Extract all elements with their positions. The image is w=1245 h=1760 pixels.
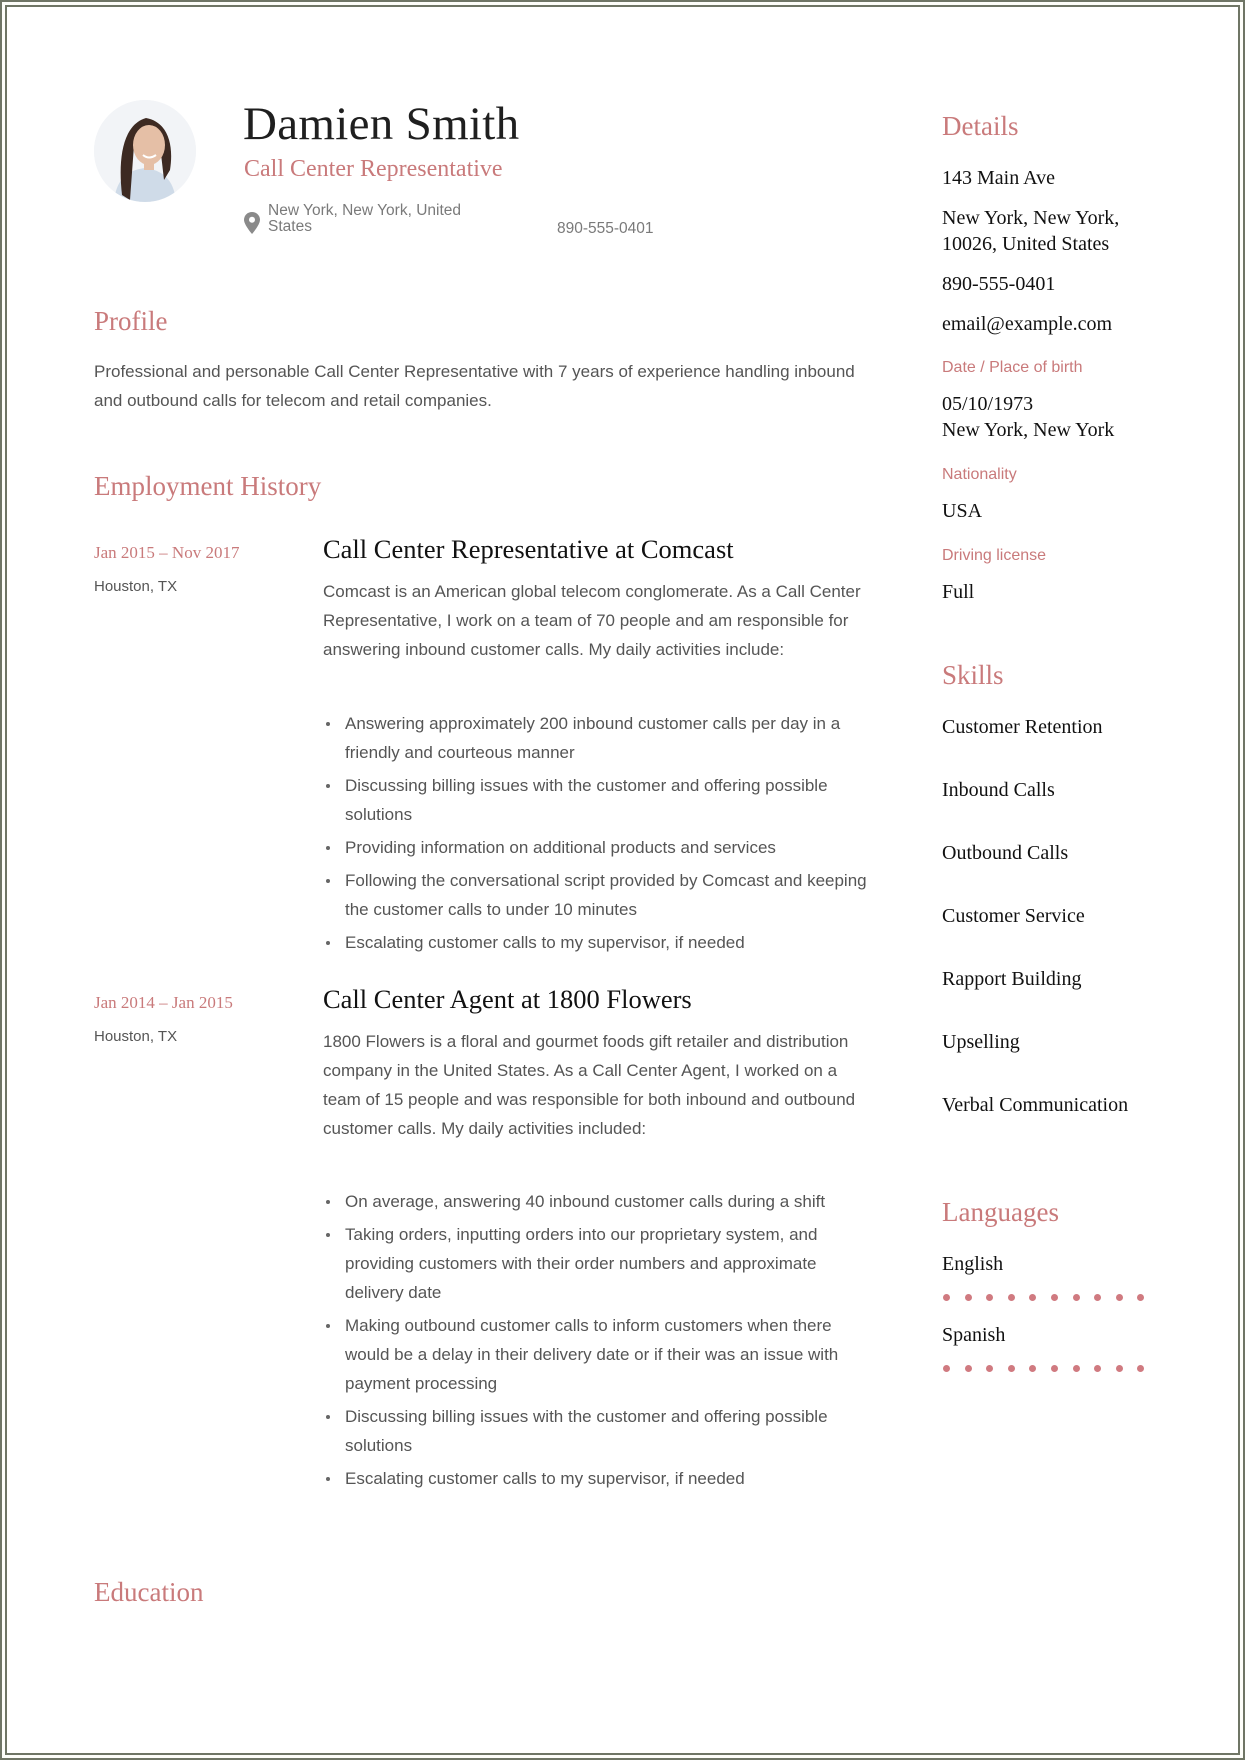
avatar <box>94 100 196 202</box>
language-level-dot <box>1072 1294 1080 1301</box>
skill-item: Inbound Calls <box>942 779 1055 801</box>
job-1-bullets: Answering approximately 200 inbound cust… <box>323 709 868 961</box>
language-level-dot <box>943 1294 950 1301</box>
contact-location: New York, New York, United States <box>244 203 498 235</box>
language-level-dot <box>1007 1294 1015 1301</box>
job-1-location: Houston, TX <box>94 578 178 595</box>
skill-item: Customer Retention <box>942 716 1103 738</box>
section-title-skills: Skills <box>942 660 1004 690</box>
job-1-bullet: Following the conversational script prov… <box>323 866 868 924</box>
language-level-dot <box>1050 1294 1058 1301</box>
job-2-bullet: Discussing billing issues with the custo… <box>323 1402 868 1460</box>
candidate-name: Damien Smith <box>243 98 520 150</box>
language-name: English <box>942 1253 1004 1275</box>
language-level-dot <box>1029 1294 1037 1301</box>
job-2-bullets: On average, answering 40 inbound custome… <box>323 1187 868 1497</box>
job-2-location: Houston, TX <box>94 1028 178 1045</box>
job-1-bullet: Providing information on additional prod… <box>323 833 868 862</box>
language-level-dot <box>1115 1365 1123 1372</box>
location-text: New York, New York, United States <box>268 202 461 235</box>
details-nationality-label: Nationality <box>942 466 1017 483</box>
language-level-dot <box>1094 1294 1102 1301</box>
details-birth-place: New York, New York <box>942 419 1115 441</box>
section-title-languages: Languages <box>942 1197 1059 1227</box>
skill-item: Verbal Communication <box>942 1094 1129 1116</box>
details-phone[interactable]: 890-555-0401 <box>942 271 1202 297</box>
job-1-description: Comcast is an American global telecom co… <box>323 582 861 659</box>
details-address: 143 Main Ave <box>942 167 1055 189</box>
job-1-title: Call Center Representative at Comcast <box>323 534 734 564</box>
details-birth-date: 05/10/1973 <box>942 393 1034 415</box>
avatar-photo-icon <box>94 100 196 202</box>
candidate-job-title: Call Center Representative <box>244 156 503 182</box>
language-level-dot <box>986 1294 994 1301</box>
job-2-description: 1800 Flowers is a floral and gourmet foo… <box>323 1032 856 1138</box>
section-title-education: Education <box>94 1577 204 1607</box>
skill-item: Customer Service <box>942 905 1085 927</box>
skill-item: Rapport Building <box>942 968 1082 990</box>
language-level-dots <box>943 1365 1145 1372</box>
details-city: New York, New York, 10026, United States <box>942 207 1120 255</box>
language-level-dot <box>943 1365 950 1372</box>
details-email[interactable]: email@example.com <box>942 311 1202 337</box>
section-title-profile: Profile <box>94 306 168 336</box>
job-2-dates: Jan 2014 – Jan 2015 <box>94 993 233 1012</box>
skill-item: Outbound Calls <box>942 842 1069 864</box>
language-level-dot <box>1029 1365 1037 1372</box>
section-title-employment: Employment History <box>94 471 322 501</box>
contact-phone[interactable]: 890-555-0401 <box>557 220 654 238</box>
section-title-details: Details <box>942 111 1019 141</box>
details-nationality: USA <box>942 500 983 522</box>
job-1-bullet: Answering approximately 200 inbound cust… <box>323 709 868 767</box>
job-2-bullet: Escalating customer calls to my supervis… <box>323 1464 868 1493</box>
language-level-dot <box>1115 1294 1123 1301</box>
job-2-bullet: Making outbound customer calls to inform… <box>323 1311 868 1398</box>
details-license-label: Driving license <box>942 547 1047 564</box>
language-level-dot <box>986 1365 994 1372</box>
job-2-bullet: Taking orders, inputting orders into our… <box>323 1220 868 1307</box>
language-level-dot <box>1137 1294 1145 1301</box>
location-pin-icon <box>244 212 260 234</box>
language-level-dots <box>943 1294 1145 1301</box>
language-level-dot <box>1050 1365 1058 1372</box>
language-level-dot <box>964 1294 972 1301</box>
details-birth-label: Date / Place of birth <box>942 359 1083 376</box>
profile-text: Professional and personable Call Center … <box>94 362 855 410</box>
language-level-dot <box>1137 1365 1145 1372</box>
job-2-bullet: On average, answering 40 inbound custome… <box>323 1187 868 1216</box>
job-1-dates: Jan 2015 – Nov 2017 <box>94 543 240 562</box>
language-level-dot <box>1072 1365 1080 1372</box>
job-2-title: Call Center Agent at 1800 Flowers <box>323 984 692 1014</box>
language-level-dot <box>1094 1365 1102 1372</box>
job-1-bullet: Discussing billing issues with the custo… <box>323 771 868 829</box>
details-license: Full <box>942 581 975 603</box>
job-1-bullet: Escalating customer calls to my supervis… <box>323 928 868 957</box>
skill-item: Upselling <box>942 1031 1020 1053</box>
language-name: Spanish <box>942 1324 1006 1346</box>
language-level-dot <box>964 1365 972 1372</box>
language-level-dot <box>1007 1365 1015 1372</box>
